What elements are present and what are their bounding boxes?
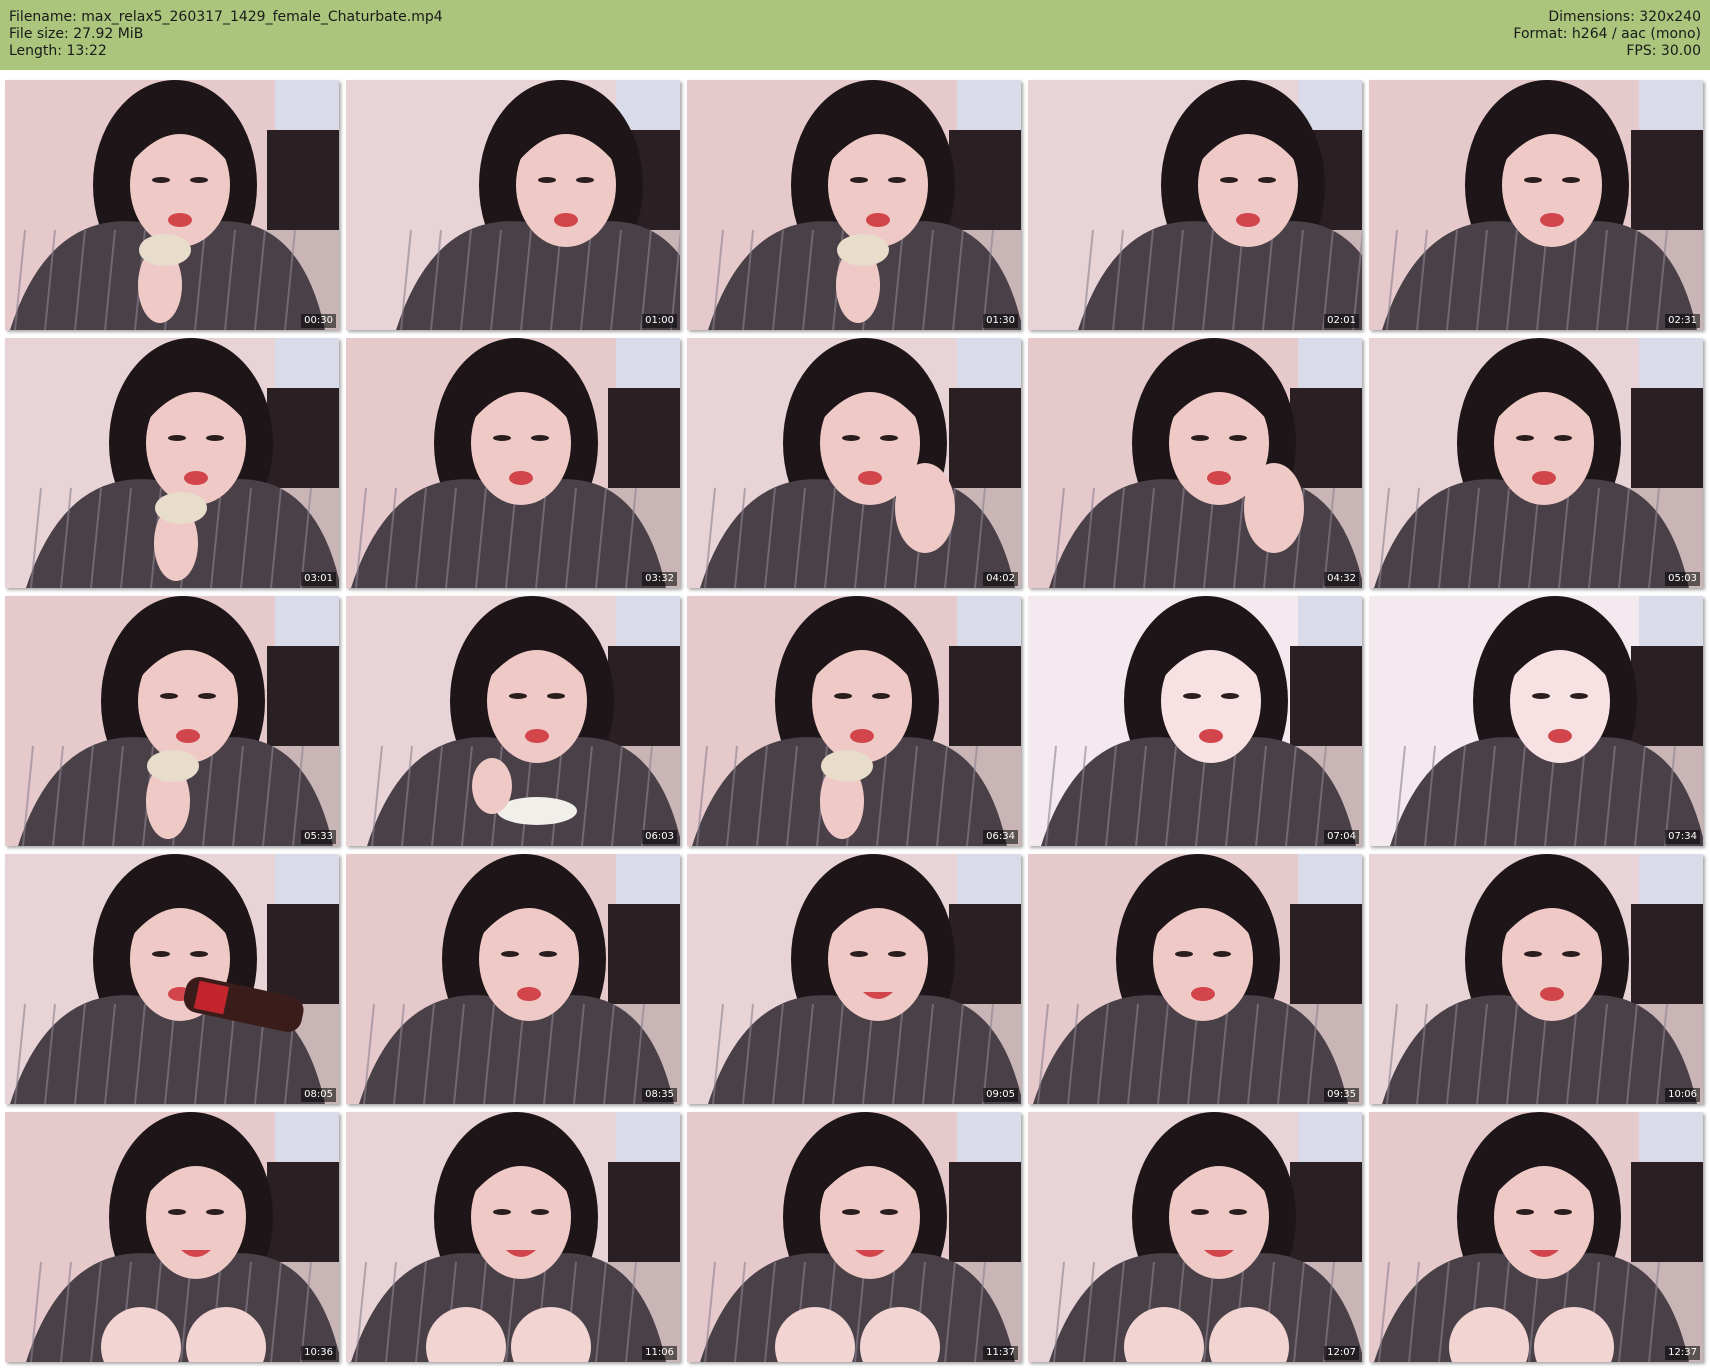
format-text: Format: h264 / aac (mono) <box>1513 26 1701 42</box>
thumbnail-image <box>1369 338 1703 588</box>
video-thumbnail: 10:36 <box>5 1112 339 1362</box>
timestamp-label: 00:30 <box>301 314 336 328</box>
video-thumbnail: 03:01 <box>5 338 339 588</box>
thumbnail-image <box>346 338 680 588</box>
video-thumbnail: 08:35 <box>346 854 680 1104</box>
timestamp-label: 04:02 <box>983 572 1018 586</box>
video-thumbnail: 09:35 <box>1028 854 1362 1104</box>
video-thumbnail: 12:37 <box>1369 1112 1703 1362</box>
video-thumbnail: 03:32 <box>346 338 680 588</box>
thumbnail-image <box>1028 80 1362 330</box>
dimensions-text: Dimensions: 320x240 <box>1548 9 1701 25</box>
timestamp-label: 07:34 <box>1665 830 1700 844</box>
length-text: Length: 13:22 <box>9 43 107 59</box>
thumbnail-image <box>5 338 339 588</box>
video-thumbnail: 05:03 <box>1369 338 1703 588</box>
timestamp-label: 07:04 <box>1324 830 1359 844</box>
video-thumbnail: 07:04 <box>1028 596 1362 846</box>
video-thumbnail: 02:01 <box>1028 80 1362 330</box>
timestamp-label: 10:06 <box>1665 1088 1700 1102</box>
file-info-right: Dimensions: 320x240 Format: h264 / aac (… <box>1513 9 1701 60</box>
thumbnail-image <box>5 80 339 330</box>
timestamp-label: 03:32 <box>642 572 677 586</box>
timestamp-label: 02:31 <box>1665 314 1700 328</box>
thumbnail-image <box>1028 596 1362 846</box>
timestamp-label: 01:30 <box>983 314 1018 328</box>
thumbnail-image <box>1369 80 1703 330</box>
thumbnail-image <box>687 596 1021 846</box>
video-thumbnail: 04:32 <box>1028 338 1362 588</box>
timestamp-label: 11:06 <box>642 1346 677 1360</box>
timestamp-label: 10:36 <box>301 1346 336 1360</box>
video-thumbnail: 09:05 <box>687 854 1021 1104</box>
timestamp-label: 06:34 <box>983 830 1018 844</box>
timestamp-label: 05:03 <box>1665 572 1700 586</box>
thumbnail-image <box>1369 596 1703 846</box>
file-info-left: Filename: max_relax5_260317_1429_female_… <box>9 9 443 60</box>
thumbnail-image <box>687 338 1021 588</box>
timestamp-label: 05:33 <box>301 830 336 844</box>
timestamp-label: 08:35 <box>642 1088 677 1102</box>
filename-text: Filename: max_relax5_260317_1429_female_… <box>9 9 443 25</box>
timestamp-label: 12:07 <box>1324 1346 1359 1360</box>
video-thumbnail: 10:06 <box>1369 854 1703 1104</box>
video-thumbnail: 07:34 <box>1369 596 1703 846</box>
timestamp-label: 02:01 <box>1324 314 1359 328</box>
thumbnail-image <box>1028 1112 1362 1362</box>
thumbnail-image <box>687 80 1021 330</box>
thumbnail-image <box>1028 338 1362 588</box>
thumbnail-image <box>5 596 339 846</box>
video-thumbnail: 08:05 <box>5 854 339 1104</box>
video-thumbnail: 11:37 <box>687 1112 1021 1362</box>
timestamp-label: 09:05 <box>983 1088 1018 1102</box>
thumbnail-image <box>346 854 680 1104</box>
thumbnail-image <box>1369 1112 1703 1362</box>
video-thumbnail: 00:30 <box>5 80 339 330</box>
thumbnail-image <box>346 80 680 330</box>
timestamp-label: 11:37 <box>983 1346 1018 1360</box>
video-thumbnail: 06:34 <box>687 596 1021 846</box>
thumbnail-image <box>5 854 339 1104</box>
thumbnail-image <box>346 596 680 846</box>
thumbnail-grid: 00:30 01:00 01:30 02:01 02:31 03:01 03:32 04:02… <box>5 80 1703 1362</box>
video-thumbnail: 01:30 <box>687 80 1021 330</box>
thumbnail-image <box>1028 854 1362 1104</box>
video-thumbnail: 06:03 <box>346 596 680 846</box>
thumbnail-image <box>1369 854 1703 1104</box>
video-thumbnail: 05:33 <box>5 596 339 846</box>
timestamp-label: 06:03 <box>642 830 677 844</box>
thumbnail-image <box>5 1112 339 1362</box>
thumbnail-image <box>687 854 1021 1104</box>
info-header: Filename: max_relax5_260317_1429_female_… <box>0 0 1710 70</box>
thumbnail-image <box>346 1112 680 1362</box>
video-thumbnail: 02:31 <box>1369 80 1703 330</box>
timestamp-label: 12:37 <box>1665 1346 1700 1360</box>
video-thumbnail: 12:07 <box>1028 1112 1362 1362</box>
filesize-text: File size: 27.92 MiB <box>9 26 144 42</box>
timestamp-label: 09:35 <box>1324 1088 1359 1102</box>
thumbnail-image <box>687 1112 1021 1362</box>
timestamp-label: 08:05 <box>301 1088 336 1102</box>
timestamp-label: 04:32 <box>1324 572 1359 586</box>
timestamp-label: 03:01 <box>301 572 336 586</box>
fps-text: FPS: 30.00 <box>1626 43 1701 59</box>
video-thumbnail: 04:02 <box>687 338 1021 588</box>
video-thumbnail: 01:00 <box>346 80 680 330</box>
timestamp-label: 01:00 <box>642 314 677 328</box>
video-thumbnail: 11:06 <box>346 1112 680 1362</box>
